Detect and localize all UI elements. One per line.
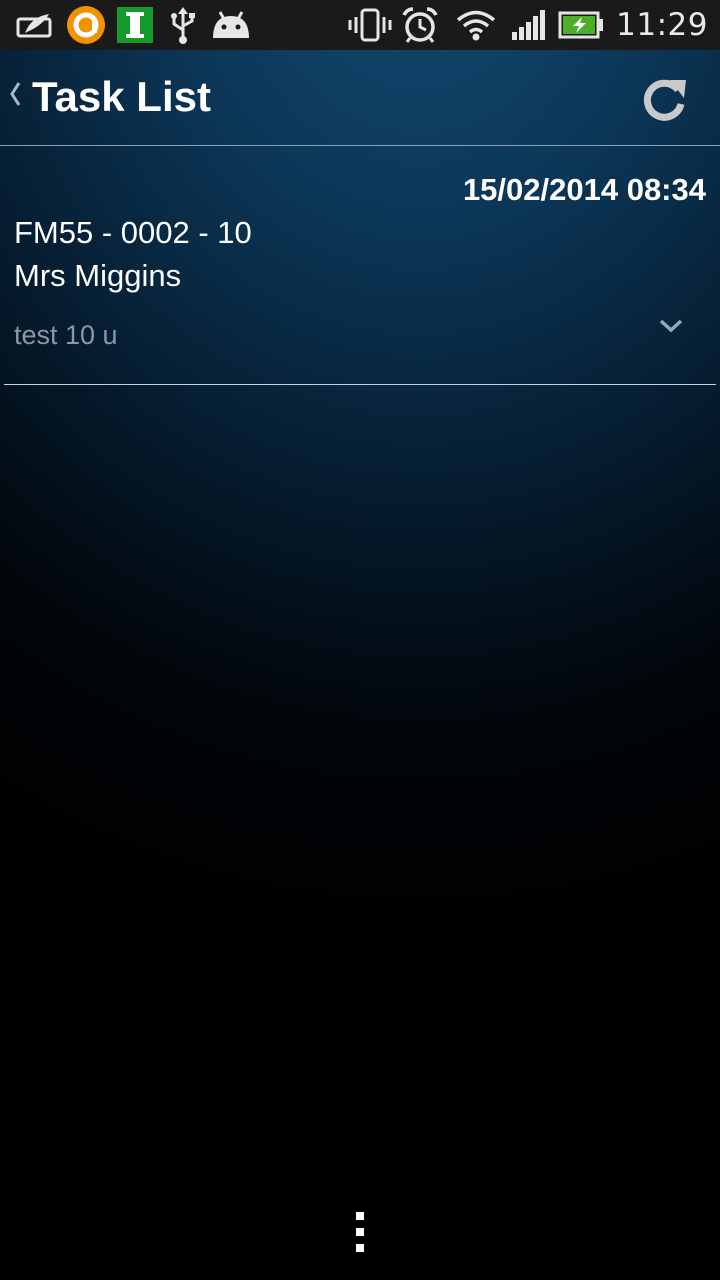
status-bar-system: 11:29	[348, 0, 708, 50]
status-clock: 11:29	[616, 7, 708, 43]
menu-dot-icon	[356, 1212, 364, 1220]
wifi-icon	[454, 0, 498, 50]
chevron-down-icon[interactable]	[658, 318, 684, 334]
vibrate-icon	[348, 0, 392, 50]
task-code: FM55 - 0002 - 10	[14, 215, 252, 250]
refresh-button[interactable]	[636, 72, 692, 128]
orange-app-icon	[64, 0, 108, 50]
task-list-screen: 11:29 Task List 15/02/2014 08:34 FM55 - …	[0, 0, 720, 1280]
android-icon	[210, 0, 252, 50]
task-date: 15/02/2014 08:34	[462, 172, 706, 207]
menu-dot-icon	[356, 1244, 364, 1252]
status-bar-notifications	[14, 0, 252, 50]
postcard-icon	[14, 0, 54, 50]
status-bar: 11:29	[0, 0, 720, 50]
overflow-menu-button[interactable]	[344, 1206, 376, 1258]
usb-icon	[166, 0, 200, 50]
action-bar: Task List	[0, 50, 720, 146]
signal-icon	[510, 0, 546, 50]
list-divider	[4, 384, 716, 385]
task-note: test 10 u	[14, 320, 118, 350]
refresh-icon	[643, 79, 686, 121]
green-i-icon	[116, 0, 154, 50]
battery-charging-icon	[558, 0, 604, 50]
menu-dot-icon	[356, 1228, 364, 1236]
back-caret-icon[interactable]	[8, 80, 22, 114]
task-customer-name: Mrs Miggins	[14, 258, 182, 293]
page-title[interactable]: Task List	[32, 73, 211, 120]
alarm-icon	[400, 0, 440, 50]
task-list-item[interactable]: 15/02/2014 08:34 FM55 - 0002 - 10 Mrs Mi…	[0, 148, 720, 384]
